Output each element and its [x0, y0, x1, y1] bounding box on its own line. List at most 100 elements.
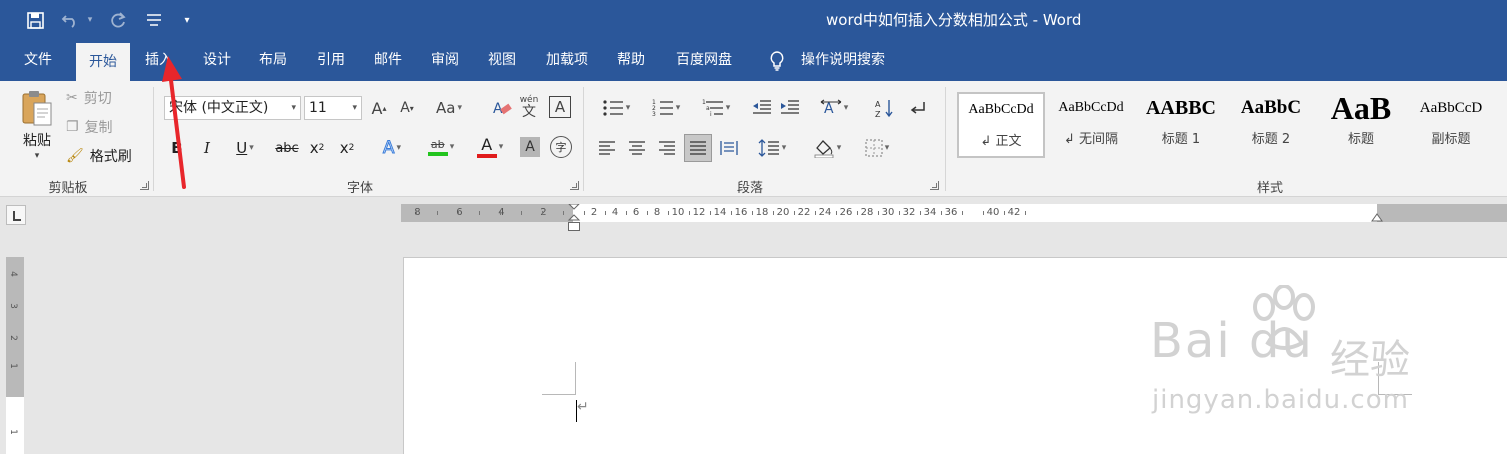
watermark-text: 经验	[1330, 337, 1410, 383]
clear-formatting-icon[interactable]: A	[490, 97, 514, 119]
bold-button[interactable]: B	[168, 137, 186, 159]
ruler-tick	[898, 211, 900, 215]
tab-view[interactable]: 视图	[476, 40, 528, 81]
font-name-box[interactable]: 宋体 (中文正文) ▾	[164, 96, 301, 120]
style-subtitle[interactable]: AaBbCcD 副标题	[1407, 92, 1495, 158]
strikethrough-button[interactable]: abc	[274, 137, 300, 159]
ruler-tick	[541, 211, 543, 215]
format-painter-button[interactable]: 🖌 格式刷	[66, 146, 132, 166]
tab-references[interactable]: 引用	[306, 40, 356, 81]
style-normal[interactable]: AaBbCcDd ↲ 正文	[957, 92, 1045, 158]
align-center-button[interactable]	[626, 137, 648, 159]
ruler-label: 36	[944, 207, 958, 218]
style-title[interactable]: AaB 标题	[1317, 92, 1405, 158]
indent-marker-icon[interactable]	[567, 204, 581, 222]
paragraph-launcher-icon[interactable]	[930, 181, 939, 190]
grow-font-button[interactable]: A ▴	[368, 97, 390, 119]
enclose-characters-button[interactable]: 字	[550, 136, 572, 158]
baidu-watermark: Bai du 经验 jingyan.baidu.com	[1150, 285, 1450, 425]
copy-button[interactable]: ❐ 复制	[66, 117, 113, 137]
touch-mode-icon[interactable]	[142, 8, 166, 32]
show-formatting-marks-button[interactable]	[906, 97, 930, 119]
chevron-down-icon: ▾	[291, 103, 296, 113]
right-indent-marker-icon[interactable]	[1370, 212, 1384, 222]
vertical-ruler[interactable]: 4 3 2 1 1	[6, 257, 24, 454]
text-effects-button[interactable]: A ▾	[374, 137, 410, 159]
font-launcher-icon[interactable]	[570, 181, 579, 190]
asian-layout-button[interactable]: A ▾	[814, 97, 854, 119]
lightbulb-icon[interactable]	[762, 40, 792, 81]
ruler-label: 32	[902, 207, 916, 218]
ruler-right-margin	[1377, 204, 1507, 222]
tab-mailings[interactable]: 邮件	[362, 40, 414, 81]
clipboard-icon[interactable]	[14, 87, 60, 129]
tab-help[interactable]: 帮助	[606, 40, 656, 81]
underline-button[interactable]: U ▾	[228, 137, 262, 159]
tab-insert[interactable]: 插入	[134, 40, 184, 81]
redo-icon[interactable]	[106, 8, 130, 32]
character-border-button[interactable]: A	[549, 96, 571, 118]
undo-icon[interactable]	[58, 8, 82, 32]
decrease-indent-button[interactable]	[750, 97, 774, 119]
bullets-button[interactable]: ▾	[596, 97, 636, 119]
font-color-button[interactable]: A ▾	[470, 133, 510, 161]
character-shading-button[interactable]: A	[520, 137, 540, 157]
style-heading-1[interactable]: AABBC 标题 1	[1137, 92, 1225, 158]
change-case-button[interactable]: Aa ▾	[432, 97, 466, 119]
italic-button[interactable]: I	[198, 137, 216, 159]
shading-button[interactable]: ▾	[806, 137, 848, 159]
horizontal-ruler[interactable]: 8 6 4 2 2 4 6 8 10 12 14 16 18 20 22 24 26 28 30 32 34 36 40 42	[401, 204, 1507, 222]
align-right-button[interactable]	[656, 137, 678, 159]
tab-design[interactable]: 设计	[192, 40, 242, 81]
font-size-box[interactable]: 11 ▾	[304, 96, 362, 120]
align-left-button[interactable]	[596, 137, 618, 159]
tab-home[interactable]: 开始	[76, 43, 130, 81]
clipboard-launcher-icon[interactable]	[140, 181, 149, 190]
shrink-font-button[interactable]: A ▾	[396, 97, 418, 119]
undo-dropdown-icon[interactable]: ▾	[84, 8, 96, 32]
styles-group-label: 样式	[1256, 181, 1283, 196]
customize-toolbar-icon[interactable]: ▾	[178, 8, 196, 32]
ruler-tick	[667, 211, 669, 215]
clipboard-group-label: 剪贴板	[48, 181, 88, 196]
distributed-button[interactable]	[718, 137, 740, 159]
ruler-tick	[646, 211, 648, 215]
phonetic-guide-button[interactable]: wén 文	[518, 93, 540, 121]
paste-dropdown-icon[interactable]: ▾	[30, 151, 44, 161]
left-indent-box-icon[interactable]	[568, 222, 580, 231]
svg-text:i: i	[710, 111, 712, 117]
ruler-label: 20	[776, 207, 790, 218]
tab-baidu-netdisk[interactable]: 百度网盘	[664, 40, 744, 81]
style-heading-2[interactable]: AaBbC 标题 2	[1227, 92, 1315, 158]
tab-file[interactable]: 文件	[12, 40, 64, 81]
ruler-tick	[562, 211, 564, 215]
sort-button[interactable]: AZ	[872, 97, 896, 119]
baidu-logo: Bai du	[1150, 313, 1314, 369]
tab-selector[interactable]	[6, 205, 26, 225]
ruler-left-margin	[401, 204, 573, 222]
tab-layout[interactable]: 布局	[248, 40, 298, 81]
copy-icon: ❐	[66, 119, 79, 135]
style-no-spacing[interactable]: AaBbCcDd ↲ 无间隔	[1047, 92, 1135, 158]
paragraph-group-label: 段落	[736, 181, 763, 196]
borders-button[interactable]: ▾	[856, 137, 898, 159]
line-spacing-button[interactable]: ▾	[752, 137, 792, 159]
justify-button[interactable]	[684, 134, 712, 162]
ruler-tick	[499, 211, 501, 215]
save-icon[interactable]	[22, 8, 48, 32]
ruler-tick	[730, 211, 732, 215]
ruler-tick	[814, 211, 816, 215]
highlight-button[interactable]: ab ▾	[420, 133, 462, 161]
increase-indent-button[interactable]	[778, 97, 802, 119]
paste-button[interactable]: 粘贴	[14, 131, 60, 149]
tell-me-search[interactable]: 操作说明搜索	[794, 40, 892, 81]
cut-button[interactable]: ✂ 剪切	[66, 88, 112, 108]
superscript-button[interactable]: x2	[336, 137, 358, 159]
ruler-tick	[835, 211, 837, 215]
svg-text:A: A	[875, 100, 881, 109]
tab-review[interactable]: 审阅	[420, 40, 470, 81]
tab-addins[interactable]: 加载项	[536, 40, 598, 81]
subscript-button[interactable]: x2	[306, 137, 328, 159]
multilevel-list-button[interactable]: 1 a i ▾	[696, 97, 736, 119]
numbering-button[interactable]: 1 2 3 ▾	[646, 97, 686, 119]
